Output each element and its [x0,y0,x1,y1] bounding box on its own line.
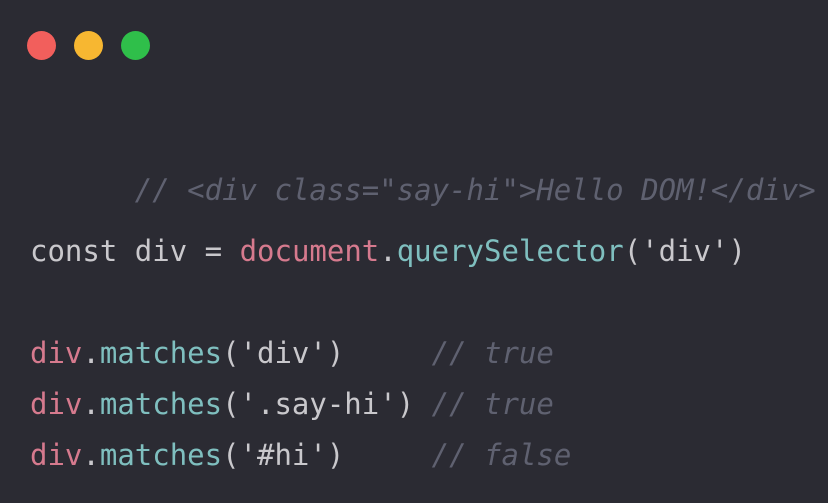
dot: . [82,336,100,370]
assign-operator: = [187,234,240,268]
keyword-const: const [30,234,118,268]
string-arg: 'div' [641,234,729,268]
object-div: div [30,387,83,421]
method-name: matches [99,336,223,370]
padding [344,438,431,472]
result-comment: // false [431,438,572,472]
object-div: div [30,336,83,370]
code-line-matches-2: div.matches('.say-hi') // true [30,384,554,424]
code-line-matches-1: div.matches('div') // true [30,333,554,373]
code-block: // <div class="say-hi">Hello DOM!</div> … [30,0,820,472]
padding [344,336,431,370]
open-paren: ( [222,387,240,421]
string-arg: '.say-hi' [239,387,397,421]
close-paren: ) [326,438,345,472]
object-document: document [239,234,380,268]
code-window: // <div class="say-hi">Hello DOM!</div> … [0,0,828,503]
padding [414,387,431,421]
result-comment: // true [431,336,554,370]
dot: . [379,234,397,268]
close-paren: ) [396,387,415,421]
comment-text: // <div class="say-hi">Hello DOM!</div> [134,173,816,207]
variable-name: div [134,234,188,268]
code-line-matches-3: div.matches('#hi') // false [30,435,571,475]
close-paren: ) [326,336,345,370]
dot: . [82,438,100,472]
method-name: querySelector [396,234,624,268]
code-line-const: const div = document.querySelector('div'… [30,231,746,271]
result-comment: // true [431,387,554,421]
string-arg: '#hi' [239,438,327,472]
open-paren: ( [222,336,240,370]
open-paren: ( [222,438,240,472]
object-div: div [30,438,83,472]
method-name: matches [99,387,223,421]
code-line-comment: // <div class="say-hi">Hello DOM!</div> [30,130,816,207]
open-paren: ( [623,234,642,268]
close-paren: ) [728,234,746,268]
dot: . [82,387,100,421]
string-arg: 'div' [239,336,327,370]
method-name: matches [99,438,223,472]
